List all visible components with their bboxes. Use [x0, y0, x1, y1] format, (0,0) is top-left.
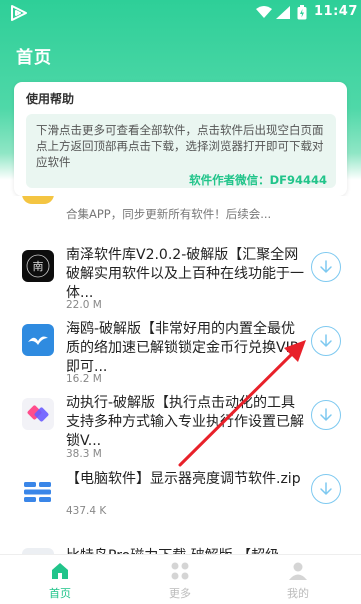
item-size: 437.4 K: [66, 505, 107, 517]
list-item[interactable]: 南 南泽软件库V2.0.2-破解版【汇聚全网破解实用软件以及上百种在线功能于一体…: [14, 242, 347, 312]
seagull-icon: [22, 324, 54, 356]
download-button[interactable]: [311, 400, 341, 430]
item-size: 38.3 M: [66, 448, 102, 460]
download-icon: [320, 482, 332, 495]
tab-profile[interactable]: 我的: [268, 559, 328, 603]
signal-icon: [276, 6, 290, 19]
tab-label: 首页: [49, 587, 71, 600]
bottom-tab-bar: 首页 更多 我的: [0, 554, 361, 604]
item-title: 动执行-破解版【执行点击动化的工具支持多种方式输入专业执行作设置已解锁V...: [66, 395, 304, 449]
tab-label: 我的: [287, 587, 309, 600]
help-card: 使用帮助 下滑点击更多可查看全部软件，点击软件后出现空白页面点上方返回顶部再点击…: [14, 82, 347, 196]
author-contact: 软件作者微信：DF94444: [189, 173, 327, 187]
grid-icon: [171, 562, 189, 580]
download-icon: [320, 260, 332, 273]
download-icon: [320, 408, 332, 421]
tab-home[interactable]: 首页: [30, 559, 90, 603]
status-time: 11:47: [314, 4, 358, 19]
page-title: 首页: [16, 48, 52, 68]
download-button[interactable]: [311, 474, 341, 504]
download-button[interactable]: [311, 326, 341, 356]
download-button[interactable]: [311, 252, 341, 282]
item-description: 合集APP，同步更新所有软件！后续会...: [66, 207, 272, 221]
list-item[interactable]: 【电脑软件】显示器亮度调节软件.zip 437.4 K: [14, 466, 347, 526]
wifi-icon: [256, 6, 272, 18]
help-text: 下滑点击更多可查看全部软件，点击软件后出现空白页面点上方返回顶部再点击下载，选择…: [36, 123, 324, 169]
download-icon: [320, 334, 332, 347]
app-icon: [22, 196, 54, 204]
app-logo-icon: [11, 5, 27, 21]
item-title: 【电脑软件】显示器亮度调节软件.zip: [66, 471, 301, 487]
zip-icon: [22, 476, 54, 508]
list-item[interactable]: 动执行-破解版【执行点击动化的工具支持多种方式输入专业执行作设置已解锁V... …: [14, 392, 347, 460]
nanze-icon: 南: [22, 250, 54, 282]
tab-label: 更多: [169, 587, 191, 600]
item-title: 南泽软件库V2.0.2-破解版【汇聚全网破解实用软件以及上百种在线功能于一体..…: [66, 247, 304, 301]
svg-text:南: 南: [33, 260, 44, 273]
autoexec-icon: [22, 398, 54, 430]
user-icon: [289, 562, 307, 580]
item-title: 海鸥-破解版【非常好用的内置全最优质的络加速已解锁锁定金币行兑换VIP即可...: [66, 321, 299, 375]
list-item-partial[interactable]: 合集APP，同步更新所有软件！后续会...: [14, 196, 347, 232]
status-bar: 11:47: [0, 0, 361, 26]
item-size: 22.0 M: [66, 299, 102, 311]
help-title: 使用帮助: [26, 92, 75, 106]
home-icon: [52, 563, 68, 579]
tab-more[interactable]: 更多: [150, 559, 210, 603]
battery-icon: [297, 5, 307, 20]
item-size: 16.2 M: [66, 373, 102, 385]
list-item[interactable]: 海鸥-破解版【非常好用的内置全最优质的络加速已解锁锁定金币行兑换VIP即可...…: [14, 320, 347, 386]
